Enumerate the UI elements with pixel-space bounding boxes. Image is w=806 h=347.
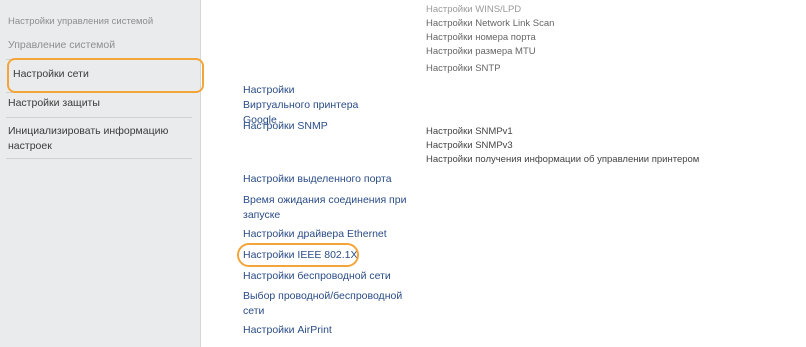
top-note: Настройки номера порта — [426, 32, 536, 43]
link-wired-wireless-select[interactable]: Выбор проводной/беспроводной сети — [243, 289, 421, 319]
top-note: Настройки SNTP — [426, 63, 501, 74]
sidebar-item-security-settings[interactable]: Настройки защиты — [8, 96, 190, 111]
link-airprint[interactable]: Настройки AirPrint — [243, 323, 332, 338]
snmp-subitem: Настройки SNMPv3 — [426, 140, 513, 151]
sidebar: Настройки управления системой Управление… — [0, 0, 201, 347]
link-dedicated-port[interactable]: Настройки выделенного порта — [243, 172, 392, 187]
sidebar-header: Настройки управления системой — [8, 16, 154, 27]
top-note: Настройки Network Link Scan — [426, 18, 555, 29]
snmp-subitem: Настройки получения информации об управл… — [426, 154, 700, 165]
link-startup-wait-time[interactable]: Время ожидания соединения при запуске — [243, 193, 421, 223]
snmp-subitem: Настройки SNMPv1 — [426, 126, 513, 137]
link-ethernet-driver[interactable]: Настройки драйвера Ethernet — [243, 227, 387, 242]
sidebar-item-system-management[interactable]: Управление системой — [8, 38, 190, 53]
top-note: Настройки WINS/LPD — [426, 4, 522, 15]
sidebar-divider — [6, 158, 192, 159]
highlight-ring — [7, 58, 204, 93]
link-snmp-settings[interactable]: Настройки SNMP — [243, 119, 328, 134]
sidebar-item-initialize-settings[interactable]: Инициализировать информацию настроек — [8, 124, 188, 154]
top-note: Настройки размера MTU — [426, 46, 536, 57]
sidebar-divider — [6, 117, 192, 118]
link-wireless-lan[interactable]: Настройки беспроводной сети — [243, 269, 391, 284]
highlight-ring — [237, 243, 359, 267]
